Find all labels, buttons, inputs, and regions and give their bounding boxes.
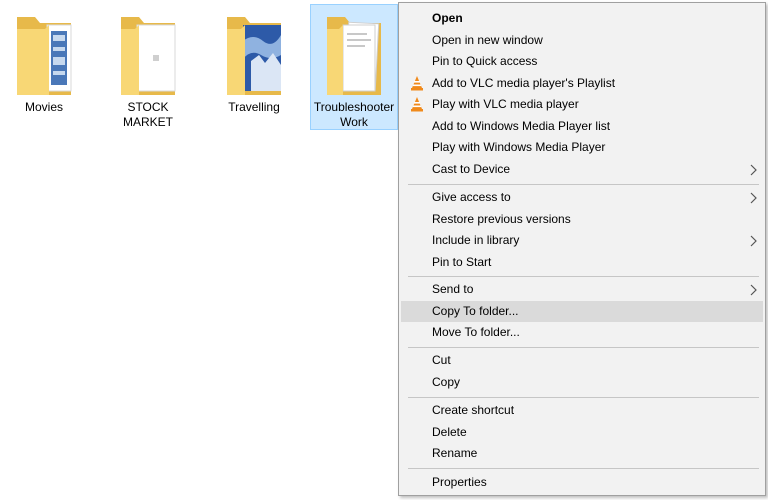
menu-separator: [408, 397, 759, 398]
menu-item-open[interactable]: Open: [401, 8, 763, 29]
chevron-right-icon: [750, 164, 757, 176]
folder-icon: [17, 17, 72, 95]
menu-item-label: Add to VLC media player's Playlist: [432, 76, 616, 90]
context-menu: Open Open in new window Pin to Quick acc…: [398, 2, 766, 496]
menu-item-move-to-folder[interactable]: Move To folder...: [401, 322, 763, 343]
vlc-cone-icon: [411, 97, 423, 112]
menu-item-pin-to-quick-access[interactable]: Pin to Quick access: [401, 51, 763, 72]
vlc-cone-icon: [411, 76, 423, 91]
menu-item-restore-previous-versions[interactable]: Restore previous versions: [401, 209, 763, 230]
menu-item-open-in-new-window[interactable]: Open in new window: [401, 30, 763, 51]
folder-label: STOCK MARKET: [122, 100, 173, 129]
menu-item-copy[interactable]: Copy: [401, 372, 763, 393]
menu-item-label: Send to: [432, 282, 474, 296]
folder-icon: [121, 17, 176, 95]
menu-item-play-with-wmp[interactable]: Play with Windows Media Player: [401, 137, 763, 158]
menu-item-delete[interactable]: Delete: [401, 422, 763, 443]
menu-item-cut[interactable]: Cut: [401, 350, 763, 371]
menu-item-include-in-library[interactable]: Include in library: [401, 230, 763, 251]
menu-item-label: Play with VLC media player: [432, 97, 579, 111]
chevron-right-icon: [750, 284, 757, 296]
menu-item-add-to-vlc-playlist[interactable]: Add to VLC media player's Playlist: [401, 73, 763, 94]
menu-item-label: Cast to Device: [432, 162, 511, 176]
menu-item-cast-to-device[interactable]: Cast to Device: [401, 159, 763, 180]
menu-item-give-access-to[interactable]: Give access to: [401, 187, 763, 208]
folder-travelling[interactable]: Travelling: [210, 4, 298, 130]
menu-item-send-to[interactable]: Send to: [401, 279, 763, 300]
menu-item-pin-to-start[interactable]: Pin to Start: [401, 252, 763, 273]
folder-stock-market[interactable]: STOCK MARKET: [104, 4, 192, 130]
menu-item-label: Give access to: [432, 190, 511, 204]
menu-separator: [408, 184, 759, 185]
folder-icon: [227, 17, 281, 95]
menu-separator: [408, 276, 759, 277]
menu-separator: [408, 468, 759, 469]
menu-item-add-to-wmp-list[interactable]: Add to Windows Media Player list: [401, 116, 763, 137]
menu-item-copy-to-folder[interactable]: Copy To folder...: [401, 301, 763, 322]
menu-separator: [408, 347, 759, 348]
chevron-right-icon: [750, 192, 757, 204]
folder-label: Movies: [24, 100, 63, 114]
menu-item-rename[interactable]: Rename: [401, 443, 763, 464]
folder-label: Troubleshooter Work: [313, 100, 395, 129]
folder-troubleshooter-work[interactable]: Troubleshooter Work: [310, 4, 398, 130]
menu-item-create-shortcut[interactable]: Create shortcut: [401, 400, 763, 421]
folder-movies[interactable]: Movies: [0, 4, 88, 130]
folder-label: Travelling: [228, 100, 280, 114]
menu-item-properties[interactable]: Properties: [401, 472, 763, 493]
chevron-right-icon: [750, 235, 757, 247]
menu-item-play-with-vlc[interactable]: Play with VLC media player: [401, 94, 763, 115]
menu-item-label: Include in library: [432, 233, 520, 247]
folder-icon: [327, 17, 381, 95]
